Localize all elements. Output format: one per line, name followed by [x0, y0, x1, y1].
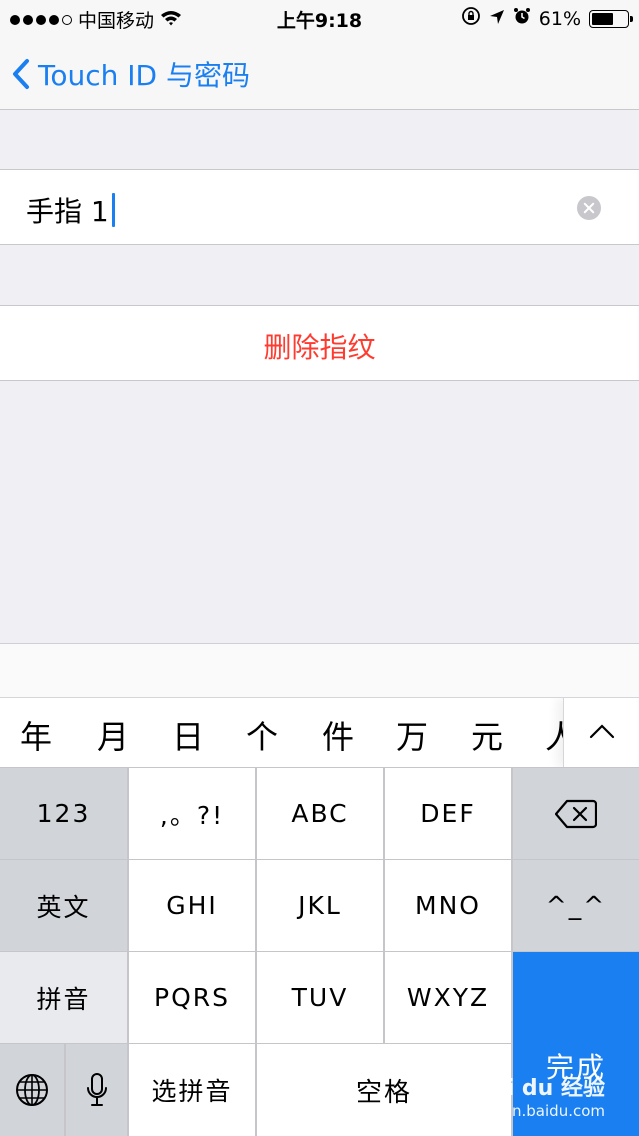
key-tuv[interactable]: TUV — [257, 952, 383, 1043]
finger-name-cell[interactable]: 手指 1 — [0, 169, 639, 245]
keyboard: 123 ,。?! ABC DEF 英文 GHI JKL MNO ^_^ 拼音 P… — [0, 768, 639, 1136]
delete-fingerprint-label: 删除指纹 — [263, 331, 376, 364]
key-mno[interactable]: MNO — [385, 860, 511, 951]
backspace-icon — [555, 799, 597, 828]
key-emoticon[interactable]: ^_^ — [513, 860, 639, 951]
key-jkl[interactable]: JKL — [257, 860, 383, 951]
candidate-bar: 年月日个件万元人 — [0, 697, 639, 768]
candidate-item[interactable]: 月 — [93, 712, 133, 758]
candidate-item[interactable]: 元 — [467, 712, 507, 758]
microphone-icon — [86, 1073, 107, 1106]
key-def[interactable]: DEF — [385, 768, 511, 859]
keyboard-input-strip — [0, 643, 639, 697]
key-select-pinyin[interactable]: 选拼音 — [129, 1044, 255, 1136]
candidate-item[interactable]: 万 — [392, 712, 432, 758]
candidate-item[interactable]: 个 — [242, 712, 282, 758]
key-punctuation[interactable]: ,。?! — [129, 768, 255, 859]
candidate-item[interactable]: 件 — [318, 712, 358, 758]
key-backspace[interactable] — [513, 768, 639, 859]
location-icon — [489, 8, 505, 30]
candidate-list: 年月日个件万元人 — [0, 698, 563, 767]
text-cursor — [111, 193, 115, 227]
key-wxyz[interactable]: WXYZ — [385, 952, 511, 1043]
chevron-up-icon — [589, 724, 615, 739]
key-english[interactable]: 英文 — [0, 860, 127, 951]
key-pqrs[interactable]: PQRS — [129, 952, 255, 1043]
watermark-url: jingyan.baidu.com — [466, 1102, 605, 1120]
key-microphone[interactable] — [66, 1044, 127, 1136]
candidate-item[interactable]: 日 — [168, 712, 208, 758]
candidate-item[interactable]: 年 — [16, 712, 56, 758]
candidate-item[interactable]: 人 — [541, 712, 563, 758]
battery-percent: 61% — [538, 7, 581, 30]
alarm-icon — [513, 7, 531, 30]
baidu-watermark: Bai du 经验 jingyan.baidu.com — [467, 1076, 605, 1120]
key-pinyin[interactable]: 拼音 — [0, 952, 127, 1043]
expand-candidates-button[interactable] — [563, 698, 639, 767]
status-bar: 中国移动 上午9:18 61% — [0, 0, 639, 36]
key-123[interactable]: 123 — [0, 768, 127, 859]
status-right: 61% — [461, 6, 633, 31]
chevron-left-icon — [13, 59, 29, 89]
key-globe[interactable] — [0, 1044, 64, 1136]
finger-name-value: 手指 1 — [26, 195, 109, 228]
back-button[interactable]: Touch ID 与密码 — [12, 54, 250, 94]
back-button-label: Touch ID 与密码 — [38, 59, 250, 92]
delete-fingerprint-button[interactable]: 删除指纹 — [0, 305, 639, 381]
battery-icon — [589, 9, 633, 28]
navigation-bar: Touch ID 与密码 — [0, 36, 639, 110]
finger-name-field[interactable]: 手指 1 — [26, 190, 115, 230]
orientation-lock-icon — [461, 6, 481, 31]
key-ghi[interactable]: GHI — [129, 860, 255, 951]
key-abc[interactable]: ABC — [257, 768, 383, 859]
watermark-brand: Bai du 经验 — [475, 1075, 605, 1101]
battery-fill — [592, 12, 613, 25]
globe-icon — [16, 1074, 48, 1106]
clear-text-icon[interactable] — [577, 196, 601, 220]
